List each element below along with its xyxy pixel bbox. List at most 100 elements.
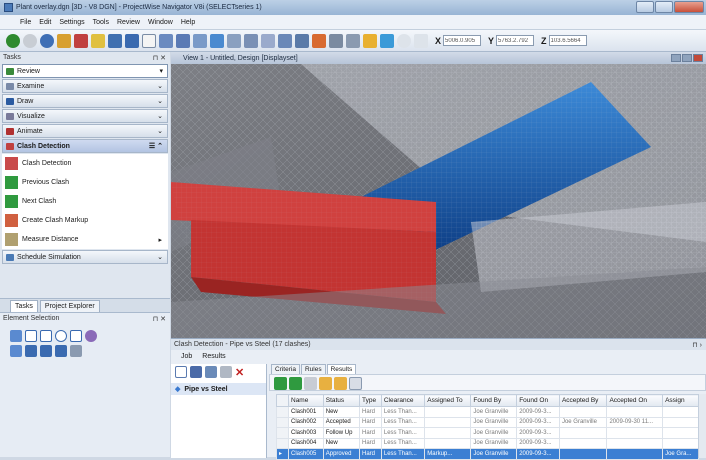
markup-icon[interactable]: [74, 33, 88, 48]
col-clearance[interactable]: Clearance: [380, 394, 426, 407]
table-row[interactable]: Clash004 New Hard Less Than... Joe Granv…: [276, 437, 699, 449]
pointer-icon[interactable]: [70, 345, 82, 357]
task-review[interactable]: Review ▾: [2, 64, 168, 78]
fly-icon[interactable]: [193, 33, 207, 48]
maximize-button[interactable]: [655, 1, 673, 13]
pencil-icon[interactable]: [57, 33, 71, 48]
task-examine[interactable]: Examine ⌄: [2, 79, 168, 93]
zoom-icon[interactable]: [227, 33, 241, 48]
clash-markup-tool[interactable]: Create Clash Markup: [2, 211, 168, 230]
remove-selection-icon[interactable]: [25, 345, 37, 357]
copy-job-icon[interactable]: [205, 366, 217, 378]
tab-tasks[interactable]: Tasks: [10, 300, 38, 312]
snap-icon[interactable]: [380, 33, 394, 48]
pin-close-icon[interactable]: ⊓ ✕: [153, 315, 166, 323]
col-type[interactable]: Type: [359, 394, 382, 407]
measure-distance-tool[interactable]: Measure Distance ▸: [2, 230, 168, 249]
results-scrollbar[interactable]: [698, 394, 706, 458]
add-selection-icon[interactable]: [10, 345, 22, 357]
tab-results[interactable]: Results: [326, 364, 357, 374]
select-line-icon[interactable]: [70, 330, 82, 342]
view-maximize-button[interactable]: [682, 54, 692, 62]
col-found-on[interactable]: Found On: [516, 394, 560, 407]
close-button[interactable]: [674, 1, 704, 13]
pin-close-icon[interactable]: ⊓ ✕: [153, 54, 166, 62]
menu-window[interactable]: Window: [148, 19, 173, 26]
menu-job[interactable]: Job: [181, 353, 192, 360]
render-icon[interactable]: [312, 33, 326, 48]
target-icon[interactable]: [397, 33, 411, 48]
col-assign[interactable]: Assign: [662, 394, 699, 407]
chevron-down-icon[interactable]: ⌄: [157, 97, 163, 105]
clash-detection-tool[interactable]: Clash Detection: [2, 154, 168, 173]
fit-view-icon[interactable]: [244, 33, 258, 48]
col-name[interactable]: Name: [288, 394, 324, 407]
markup-result-icon[interactable]: [304, 377, 317, 390]
3d-scene[interactable]: [171, 52, 706, 338]
tab-criteria[interactable]: Criteria: [271, 364, 300, 374]
chevron-down-icon[interactable]: ⌄: [157, 112, 163, 120]
col-accepted-by[interactable]: Accepted By: [558, 394, 608, 407]
run-job-icon[interactable]: [220, 366, 232, 378]
chevron-down-icon[interactable]: ⌄: [157, 253, 163, 261]
back-icon[interactable]: [6, 33, 20, 48]
previous-clash-tool[interactable]: Previous Clash: [2, 173, 168, 192]
menu-results[interactable]: Results: [202, 353, 225, 360]
menu-help[interactable]: Help: [181, 19, 195, 26]
clip-icon[interactable]: [295, 33, 309, 48]
new-job-icon[interactable]: [175, 366, 187, 378]
col-found-by[interactable]: Found By: [470, 394, 518, 407]
job-node-pipe-vs-steel[interactable]: ◆ Pipe vs Steel: [171, 383, 266, 395]
tab-project-explorer[interactable]: Project Explorer: [39, 300, 100, 312]
dropdown-icon[interactable]: ▾: [159, 67, 163, 75]
y-field[interactable]: [496, 35, 535, 46]
task-draw[interactable]: Draw ⌄: [2, 94, 168, 108]
highlight-result-icon[interactable]: [334, 377, 347, 390]
menu-settings[interactable]: Settings: [59, 19, 84, 26]
task-schedule-simulation[interactable]: Schedule Simulation ⌄: [2, 250, 168, 264]
grid-icon[interactable]: [125, 33, 139, 48]
clear-icon[interactable]: [414, 33, 428, 48]
x-field[interactable]: [443, 35, 482, 46]
submenu-arrow-icon[interactable]: ▸: [158, 236, 162, 244]
walk-icon[interactable]: [176, 33, 190, 48]
select-circle-icon[interactable]: [55, 330, 67, 342]
task-visualize[interactable]: Visualize ⌄: [2, 109, 168, 123]
pin-icon[interactable]: ⊓ ›: [692, 341, 702, 349]
save-job-icon[interactable]: [190, 366, 202, 378]
z-field[interactable]: [548, 35, 587, 46]
light-icon[interactable]: [363, 33, 377, 48]
task-clash-detection[interactable]: Clash Detection ☰ ⌃: [2, 139, 168, 153]
view-window[interactable]: View 1 - Untitled, Design [Displayset]: [171, 52, 706, 338]
next-result-icon[interactable]: [289, 377, 302, 390]
minimize-button[interactable]: [636, 1, 654, 13]
table-row[interactable]: Clash002 Accepted Hard Less Than... Joe …: [276, 416, 699, 428]
window-area-icon[interactable]: [261, 33, 275, 48]
chevron-up-icon[interactable]: ☰ ⌃: [149, 142, 163, 150]
chevron-down-icon[interactable]: ⌄: [157, 82, 163, 90]
task-animate[interactable]: Animate ⌄: [2, 124, 168, 138]
col-status[interactable]: Status: [322, 394, 361, 407]
chevron-down-icon[interactable]: ⌄: [157, 127, 163, 135]
forward-icon[interactable]: [23, 33, 37, 48]
previous-result-icon[interactable]: [274, 377, 287, 390]
rotate-icon[interactable]: [210, 33, 224, 48]
tab-rules[interactable]: Rules: [300, 364, 326, 374]
select-icon[interactable]: [142, 33, 156, 48]
info-icon[interactable]: [40, 33, 54, 48]
report-icon[interactable]: [349, 377, 362, 390]
menu-edit[interactable]: Edit: [39, 19, 51, 26]
select-element-icon[interactable]: [10, 330, 22, 342]
table-row-selected[interactable]: ▸ Clash005 Approved Hard Less Than... Ma…: [276, 448, 699, 460]
settings-icon[interactable]: [346, 33, 360, 48]
col-accepted-on[interactable]: Accepted On: [606, 394, 664, 407]
highlight-icon[interactable]: [91, 33, 105, 48]
menu-file[interactable]: File: [20, 19, 31, 26]
view-minimize-button[interactable]: [671, 54, 681, 62]
section-icon[interactable]: [278, 33, 292, 48]
select-shape-icon[interactable]: [40, 330, 52, 342]
display-style-icon[interactable]: [329, 33, 343, 48]
view-close-button[interactable]: [693, 54, 703, 62]
menu-tools[interactable]: Tools: [93, 19, 109, 26]
isolate-result-icon[interactable]: [319, 377, 332, 390]
